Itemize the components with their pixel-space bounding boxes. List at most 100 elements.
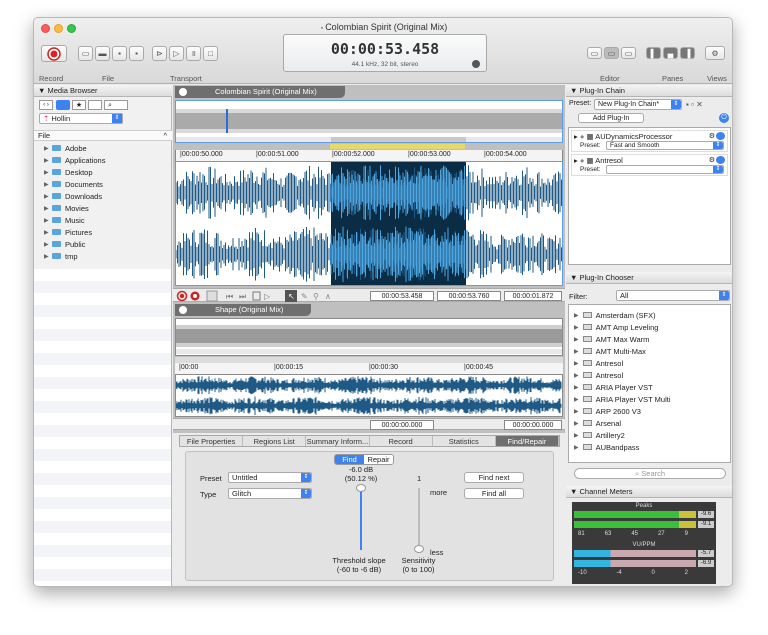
editor-view-1-button[interactable]: ▭ (587, 47, 602, 59)
disclosure-triangle-icon[interactable]: ▶ (574, 396, 579, 403)
plugin-list-item[interactable]: ▶ Antresol (569, 369, 730, 381)
browser-search-button[interactable]: ⌕ (104, 100, 128, 110)
sensitivity-thumb[interactable] (414, 545, 424, 553)
disclosure-triangle-icon[interactable]: ▶ (574, 408, 579, 415)
disclosure-icon[interactable]: ▼ (570, 273, 580, 282)
find-next-button[interactable]: Find next (464, 472, 524, 483)
record-button[interactable] (41, 45, 67, 62)
back-button[interactable]: ‹ › (39, 100, 53, 110)
tab-regions-list[interactable]: Regions List (243, 436, 307, 446)
folder-item[interactable]: ▶ Movies (34, 202, 172, 214)
favorites-button[interactable]: ★ (72, 100, 86, 110)
overview-waveform-2[interactable] (175, 318, 563, 356)
filter-select[interactable]: All ⇕ (616, 290, 730, 301)
plugin-list-item[interactable]: ▶ AMT Multi-Max (569, 345, 730, 357)
list-view-button[interactable] (56, 100, 70, 110)
selection-length-field[interactable]: 00:00:01.872 (504, 291, 562, 301)
plugin-list-item[interactable]: ▶ Antresol (569, 357, 730, 369)
plugin-2-preset-select[interactable]: ⇕ (606, 165, 724, 174)
disclosure-triangle-icon[interactable]: ▶ (44, 241, 50, 248)
disclosure-triangle-icon[interactable]: ▶ (574, 432, 579, 439)
plugin-list-item[interactable]: ▶ ARIA Player VST Multi (569, 393, 730, 405)
doc-close-icon[interactable] (179, 88, 187, 96)
plugin-2-power-icon[interactable] (716, 156, 725, 164)
disclosure-triangle-icon[interactable]: ▶ (44, 145, 50, 152)
tab-statistics[interactable]: Statistics (433, 436, 496, 446)
selection-range-bar[interactable] (330, 144, 465, 149)
plugin-slot-1[interactable]: ▸ ● ▦ AUDynamicsProcessor Preset: Fast a… (571, 130, 728, 152)
disclosure-triangle-icon[interactable]: ▶ (574, 336, 579, 343)
disclosure-triangle-icon[interactable]: ▶ (574, 384, 579, 391)
disclosure-triangle-icon[interactable]: ▶ (44, 169, 50, 176)
find-all-button[interactable]: Find all (464, 488, 524, 499)
editor-view-3-button[interactable]: ▭ (621, 47, 636, 59)
disclosure-triangle-icon[interactable]: ▶ (44, 181, 50, 188)
folder-item[interactable]: ▶ Documents (34, 178, 172, 190)
views-button[interactable]: ⚙ (705, 46, 725, 60)
bypass-icon[interactable]: ● (580, 132, 585, 141)
document-tab-1[interactable]: Colombian Spirit (Original Mix) (175, 86, 345, 98)
selection-start-field-2[interactable]: 00:00:00.000 (370, 420, 434, 430)
editor-view-2-button[interactable]: ▭ (604, 47, 619, 59)
tab-summary-information[interactable]: Summary Inform... (306, 436, 370, 446)
threshold-slope-slider[interactable] (360, 488, 362, 550)
disclosure-triangle-icon[interactable]: ▶ (574, 324, 579, 331)
chain-preset-select[interactable]: New Plug-In Chain* ⇕ (594, 99, 682, 110)
disclosure-triangle-icon[interactable]: ▶ (574, 420, 579, 427)
plugin-list-item[interactable]: ▶ ARP 2600 V3 (569, 405, 730, 417)
folder-item[interactable]: ▶ Adobe (34, 142, 172, 154)
selection-start-field[interactable]: 00:00:53.458 (370, 291, 434, 301)
play-selection-button[interactable]: ⊳ (152, 46, 167, 61)
chain-power-icon[interactable]: ⏻ (719, 113, 729, 123)
disclosure-triangle-icon[interactable]: ▶ (44, 157, 50, 164)
disclosure-triangle-icon[interactable]: ▶ (44, 253, 50, 260)
save-all-button[interactable]: ▪ (129, 46, 144, 61)
disclosure-icon[interactable]: ▼ (38, 86, 48, 95)
tab-record[interactable]: Record (370, 436, 433, 446)
overview-waveform-1[interactable] (175, 100, 563, 143)
save-button[interactable]: ▪ (112, 46, 127, 61)
document-tab-2[interactable]: Shape (Original Mix) (175, 304, 311, 316)
chain-toolbar-icons[interactable]: ▪ ▫ ✕ (686, 100, 703, 109)
disclosure-triangle-icon[interactable]: ▶ (44, 193, 50, 200)
selection-end-field[interactable]: 00:00:53.760 (437, 291, 501, 301)
disclosure-triangle-icon[interactable]: ▶ (574, 312, 579, 319)
folder-item[interactable]: ▶ Music (34, 214, 172, 226)
location-select[interactable]: ⇡ Hollin ⇕ (39, 113, 123, 124)
folder-item[interactable]: ▶ tmp (34, 250, 172, 262)
transport-menu-icon[interactable] (472, 60, 480, 68)
open-file-button[interactable]: ▬ (95, 46, 110, 61)
disclosure-icon[interactable]: ▼ (570, 86, 580, 95)
left-pane-toggle[interactable]: ▌ (646, 47, 661, 59)
tab-file-properties[interactable]: File Properties (180, 436, 244, 446)
file-column-header[interactable]: File ^ (34, 130, 172, 141)
selection-length-field-2[interactable]: 00:00:00.000 (504, 420, 562, 430)
folder-item[interactable]: ▶ Downloads (34, 190, 172, 202)
plugin-2-gear-icon[interactable]: ⚙ (709, 156, 715, 164)
doc-close-icon-2[interactable] (179, 306, 187, 314)
time-ruler-2[interactable]: |00:00 |00:00:15 |00:00:30 |00:00:45 (175, 363, 563, 374)
folder-item[interactable]: ▶ Desktop (34, 166, 172, 178)
plugin-slot-2[interactable]: ▸ ● ▦ Antresol Preset: ⇕ ⚙ (571, 154, 728, 176)
disclosure-triangle-icon[interactable]: ▶ (574, 444, 579, 451)
folder-item[interactable]: ▶ Public (34, 238, 172, 250)
find-segment[interactable]: Find (335, 455, 364, 464)
repair-segment[interactable]: Repair (364, 455, 393, 464)
right-pane-toggle[interactable]: ▐ (680, 47, 695, 59)
threshold-slope-thumb[interactable] (356, 484, 366, 492)
bottom-pane-toggle[interactable]: ▄ (663, 47, 678, 59)
new-file-button[interactable]: ▭ (78, 46, 93, 61)
plugin-list-item[interactable]: ▶ AUBandpass (569, 441, 730, 453)
play-button[interactable]: ▷ (169, 46, 184, 61)
pause-button[interactable]: ॥ (186, 46, 201, 61)
plugin-list-item[interactable]: ▶ ARIA Player VST (569, 381, 730, 393)
disclosure-triangle-icon[interactable]: ▶ (574, 360, 579, 367)
plugin-list-item[interactable]: ▶ Artillery2 (569, 429, 730, 441)
disclosure-icon[interactable]: ▼ (570, 487, 580, 496)
plugin-list-item[interactable]: ▶ AMT Amp Leveling (569, 321, 730, 333)
folder-item[interactable]: ▶ Applications (34, 154, 172, 166)
time-ruler-1[interactable]: |00:00:50.000 |00:00:51.000 |00:00:52.000 |… (175, 150, 563, 161)
bypass-icon[interactable]: ● (580, 156, 585, 165)
sensitivity-slider[interactable] (418, 488, 420, 550)
disclosure-triangle-icon[interactable]: ▶ (574, 348, 579, 355)
